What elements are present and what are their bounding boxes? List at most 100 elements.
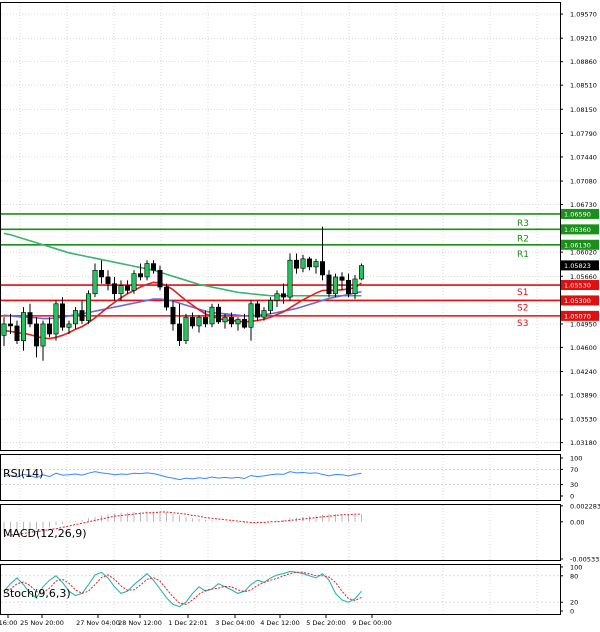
candle-body	[267, 300, 273, 311]
level-label-r2: R2	[517, 234, 529, 244]
y-tick-label: 1.08510	[570, 82, 597, 90]
candle-body	[40, 323, 46, 347]
candle-body	[248, 303, 254, 328]
candle-body	[125, 285, 131, 291]
level-label-r1: R1	[517, 250, 529, 260]
level-label-s2: S2	[517, 303, 528, 313]
x-tick-label: 3 Dec 04:00	[215, 619, 255, 627]
candle-body	[216, 306, 222, 323]
candle-body	[177, 323, 183, 341]
candle-body	[112, 283, 118, 295]
y-tick-label: 1.08860	[570, 58, 597, 66]
candle-body	[183, 316, 189, 341]
y-tick-label: 1.09210	[570, 35, 597, 43]
candle-body	[332, 276, 338, 295]
candle-body	[138, 273, 144, 278]
candle-body	[33, 323, 39, 347]
candle-body	[352, 278, 358, 295]
y-tick-label: 1.08150	[570, 106, 597, 114]
level-tag-text-r2: 1.06360	[564, 226, 591, 234]
rsi-panel: 100 70 30 0 RSI(14)	[0, 454, 582, 501]
candle-body	[46, 323, 52, 335]
y-tick-label: 1.03530	[570, 416, 597, 424]
candle-body	[313, 261, 319, 268]
rsi-panel-frame	[0, 454, 561, 501]
level-label-s1: S1	[517, 288, 528, 298]
rsi-tick-label: 70	[570, 466, 578, 474]
level-tag-text-r1: 1.06130	[564, 241, 591, 249]
stoch-tick-label: 100	[570, 564, 582, 572]
x-tick-label: 5 Dec 20:00	[306, 619, 346, 627]
x-tick-label: 25 Nov 20:00	[20, 619, 64, 627]
y-tick-label: 1.04240	[570, 368, 597, 376]
candle-body	[274, 293, 280, 301]
price-panel: 1.09570 1.09210 1.08860 1.08510 1.08150 1.077…	[0, 2, 599, 451]
y-tick-label: 1.07790	[570, 130, 597, 138]
rsi-label: RSI(14)	[3, 467, 43, 480]
candle-body	[222, 316, 228, 323]
candle-body	[242, 318, 248, 328]
candle-body	[190, 316, 196, 327]
candle-body	[319, 261, 325, 276]
candle-body	[300, 258, 306, 269]
stoch-panel: 10080 200 Stoch(9,6,3)	[0, 564, 582, 616]
stoch-tick-label: 80	[570, 572, 578, 580]
y-tick-label: 1.09570	[570, 11, 597, 19]
candle-body	[358, 265, 364, 280]
level-tag-text-r3: 1.06590	[564, 210, 591, 218]
x-tick-label: 16:00	[0, 619, 17, 627]
candle-body	[66, 323, 72, 328]
macd-tick-label: -0.005335	[570, 555, 600, 563]
candle-body	[293, 259, 299, 269]
y-tick-label: 1.04600	[570, 344, 597, 352]
candle-body	[306, 258, 312, 268]
macd-panel: 0.002283 0.00 -0.005335 MACD(12,26,9)	[0, 502, 600, 563]
x-tick-label: 1 Dec 22:01	[168, 619, 208, 627]
level-tag-text-s2: 1.05300	[564, 297, 591, 305]
rsi-tick-label: 0	[570, 493, 574, 501]
candle-body	[53, 303, 59, 335]
candle-body	[345, 280, 351, 295]
candle-body	[151, 263, 157, 271]
current-price-text: 1.05823	[564, 262, 591, 270]
level-tag-text-s3: 1.05070	[564, 312, 591, 320]
candle-body	[209, 306, 215, 325]
rsi-tick-label: 30	[570, 481, 578, 489]
candle-body	[280, 293, 286, 298]
x-tick-label: 4 Dec 12:00	[260, 619, 300, 627]
y-tick-label: 1.07080	[570, 178, 597, 186]
candle-body	[157, 269, 163, 288]
candle-body	[131, 273, 137, 291]
level-tag-text-s1: 1.05530	[564, 282, 591, 290]
x-tick-label: 27 Nov 04:00	[76, 619, 120, 627]
y-tick-label: 1.06730	[570, 201, 597, 209]
forex-chart: 1.09570 1.09210 1.08860 1.08510 1.08150 1.077…	[0, 2, 600, 627]
candle-body	[118, 285, 124, 295]
level-label-s3: S3	[517, 319, 528, 329]
level-label-r3: R3	[517, 219, 529, 229]
y-tick-label: 1.03890	[570, 392, 597, 400]
candle-body	[20, 312, 26, 341]
macd-tick-label: 0.002283	[570, 502, 600, 510]
time-axis: 16:00 25 Nov 20:00 27 Nov 04:0028 Nov 12:0…	[0, 614, 392, 627]
macd-label: MACD(12,26,9)	[3, 527, 87, 540]
y-tick-label: 1.03180	[570, 439, 597, 447]
y-tick-label: 1.07440	[570, 153, 597, 161]
candle-body	[1, 323, 7, 336]
candle-body	[92, 269, 98, 295]
candle-body	[203, 316, 209, 325]
candle-body	[164, 286, 170, 308]
candle-body	[14, 325, 20, 341]
candle-body	[73, 310, 79, 325]
x-tick-label: 28 Nov 12:00	[118, 619, 162, 627]
stoch-label: Stoch(9,6,3)	[3, 587, 71, 600]
candle-body	[27, 312, 33, 325]
stoch-tick-label: 20	[570, 599, 578, 607]
candle-body	[79, 310, 85, 321]
x-tick-label: 9 Dec 00:00	[352, 619, 392, 627]
candle-body	[86, 293, 92, 321]
y-tick-label: 1.06020	[570, 249, 597, 257]
candle-body	[144, 263, 150, 278]
candle-body	[196, 316, 202, 327]
y-tick-label: 1.05660	[570, 273, 597, 281]
